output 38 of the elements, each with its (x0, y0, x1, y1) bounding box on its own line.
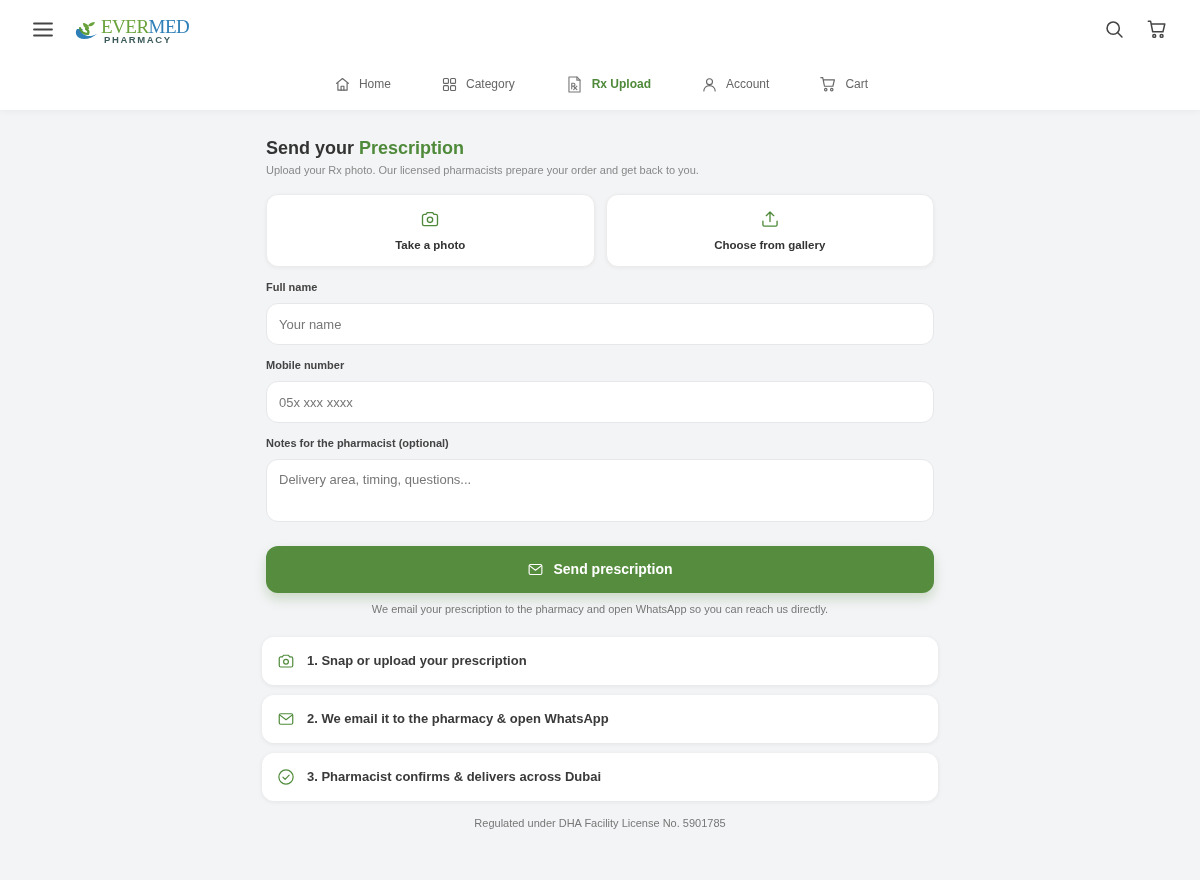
upload-option-card[interactable]: Choose from gallery (605, 194, 934, 267)
logo-wordmark: EVERMED (101, 17, 190, 35)
input-field[interactable]: Your name (266, 303, 934, 345)
license-footer: Regulated under DHA Facility License No. 5901785 (266, 815, 934, 831)
home-icon (333, 75, 351, 93)
search-button[interactable] (1103, 18, 1125, 40)
cart-icon (819, 75, 838, 93)
nav-tab[interactable]: Cart (819, 75, 869, 93)
camera-icon (420, 209, 441, 229)
search-icon (1103, 18, 1125, 40)
menu-icon (33, 21, 53, 37)
send-prescription-button[interactable]: Send prescription (266, 546, 934, 593)
send-note: We email your prescription to the pharmacy and open WhatsApp so you can reach us directly. (370, 602, 830, 617)
user-icon (701, 75, 718, 93)
field-label: Mobile number (266, 358, 346, 373)
nav-tab[interactable]: Rx Upload (564, 74, 651, 94)
nav-tab[interactable]: Home (333, 75, 391, 93)
logo-tagline: PHARMACY (104, 34, 173, 45)
mail-icon (277, 710, 295, 728)
page-subtitle: Upload your Rx photo. Our licensed pharmacists prepare your order and get back to you. (266, 163, 700, 178)
nav-tab[interactable]: Account (701, 75, 770, 93)
check-circle-icon (277, 768, 295, 786)
upload-icon (759, 209, 780, 229)
page-title: Send your Prescription (266, 137, 466, 160)
mail-icon (527, 561, 545, 578)
step-text: 2. We email it to the pharmacy & open WhatsApp (307, 710, 609, 729)
field-label: Notes for the pharmacist (optional) (266, 436, 450, 451)
notes-field[interactable]: Delivery area, timing, questions... (266, 459, 934, 522)
cart-icon (1146, 18, 1168, 40)
camera-icon (277, 652, 295, 670)
upload-option-card[interactable]: Take a photo (266, 194, 595, 267)
step-text: 3. Pharmacist confirms & delivers across Dubai (307, 768, 602, 787)
grid-icon (440, 75, 458, 93)
field-label: Full name (266, 280, 319, 295)
step-text: 1. Snap or upload your prescription (307, 652, 527, 671)
input-field[interactable]: 05x xxx xxxx (266, 381, 934, 423)
cart-button[interactable] (1146, 18, 1168, 40)
nav-tab[interactable]: Category (440, 75, 515, 93)
